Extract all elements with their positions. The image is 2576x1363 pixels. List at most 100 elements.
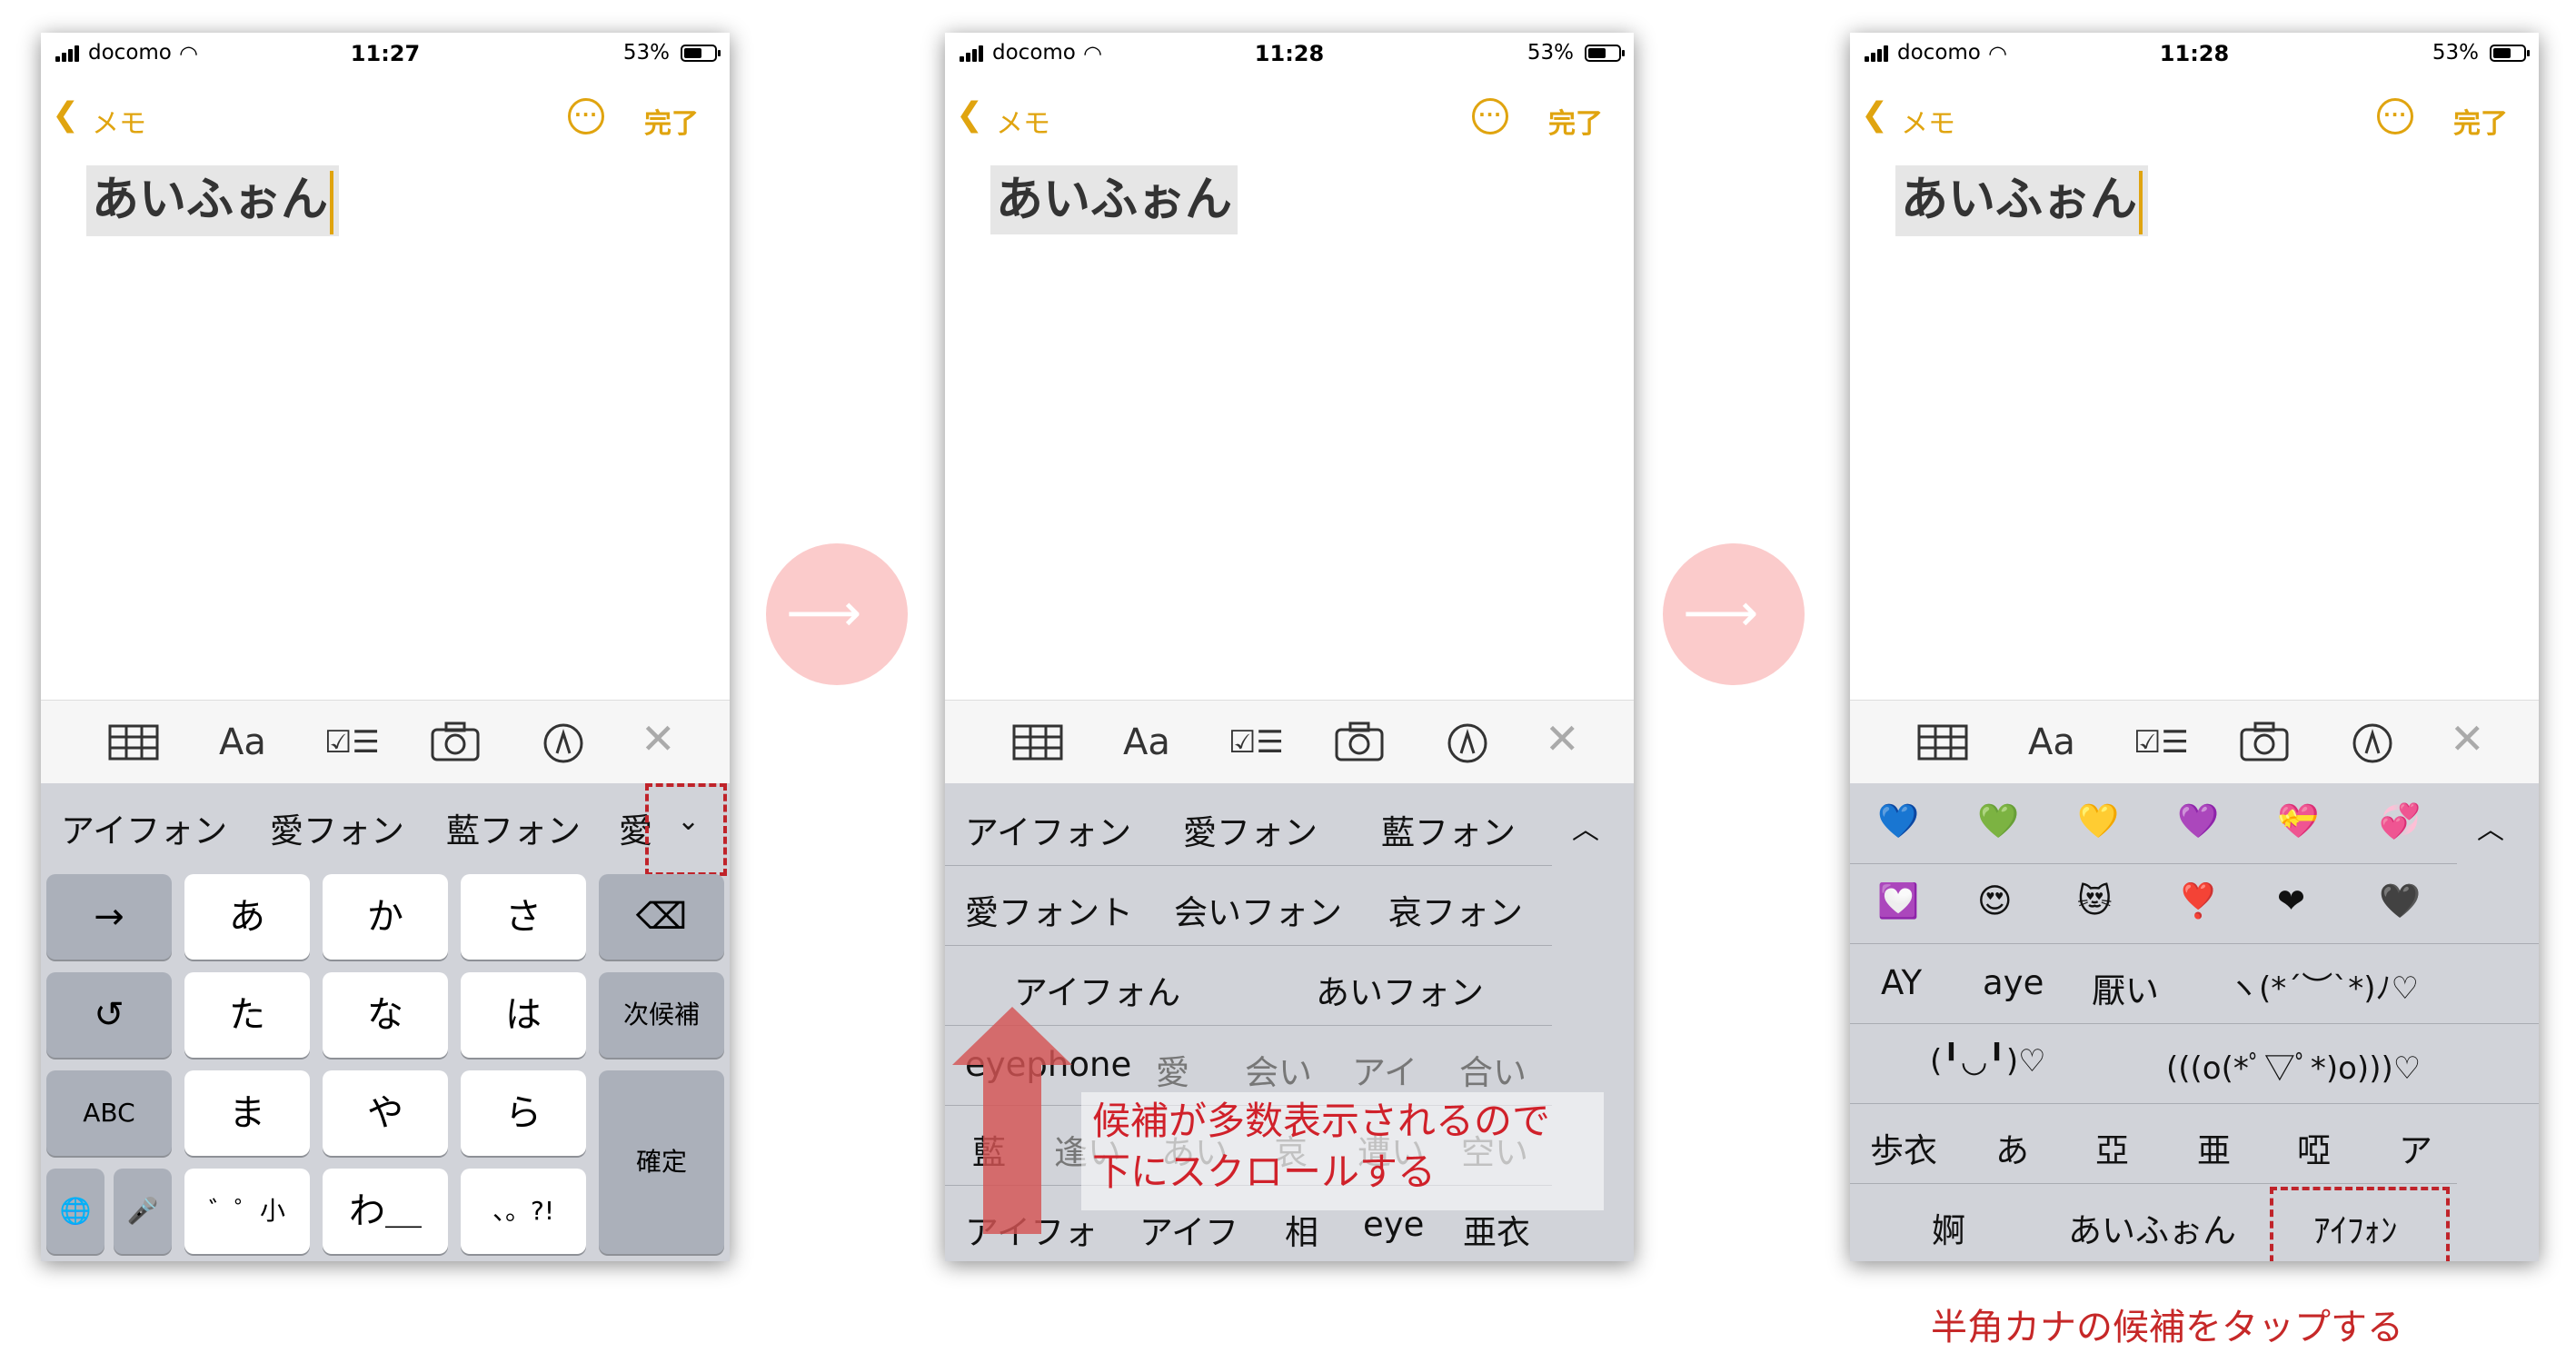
candidate[interactable]: ア: [2399, 1123, 2432, 1172]
candidate[interactable]: AY: [1881, 963, 1922, 1002]
candidate[interactable]: 哀フォン: [1388, 885, 1523, 934]
candidate[interactable]: eye: [1363, 1205, 1424, 1244]
emoji-candidate[interactable]: ❤: [2277, 881, 2305, 920]
camera-icon[interactable]: [430, 721, 481, 762]
confirm-key[interactable]: 確定: [599, 1070, 724, 1254]
key-ha[interactable]: は: [461, 972, 586, 1058]
status-bar: docomo ◠ 11:27 53%: [41, 33, 730, 76]
microphone-icon[interactable]: 🎤: [114, 1169, 172, 1254]
table-icon[interactable]: [1012, 724, 1063, 761]
camera-icon[interactable]: [1334, 721, 1385, 762]
format-button[interactable]: Aa: [1123, 722, 1170, 762]
chevron-left-icon[interactable]: ❮: [52, 93, 79, 138]
next-candidate-key[interactable]: 次候補: [599, 972, 724, 1058]
candidate[interactable]: 亜: [2197, 1123, 2231, 1172]
more-options-icon[interactable]: ···: [568, 98, 604, 134]
candidate[interactable]: アイフ: [1139, 1205, 1238, 1254]
markup-icon[interactable]: [1447, 722, 1488, 764]
more-options-icon[interactable]: ···: [1472, 98, 1508, 134]
candidate[interactable]: 合い: [1459, 1045, 1527, 1094]
emoji-candidate[interactable]: 💜: [2177, 801, 2219, 841]
key-ta[interactable]: た: [184, 972, 310, 1058]
done-button[interactable]: 完了: [2453, 101, 2508, 141]
key-ka[interactable]: か: [323, 874, 448, 960]
key-ya[interactable]: や: [323, 1070, 448, 1156]
candidate[interactable]: 相: [1285, 1205, 1318, 1254]
table-icon[interactable]: [1917, 724, 1968, 761]
markup-icon[interactable]: [542, 722, 584, 764]
emoji-candidate[interactable]: 💛: [2077, 801, 2119, 841]
emoji-candidate[interactable]: ❣️: [2177, 881, 2219, 921]
key-punctuation[interactable]: 、。?!: [461, 1169, 586, 1254]
candidate[interactable]: aye: [1983, 963, 2044, 1002]
candidate[interactable]: 愛フォント: [965, 885, 1133, 934]
candidate[interactable]: 藍フォン: [1381, 805, 1516, 854]
candidate[interactable]: 藍フォン: [446, 803, 581, 852]
back-button[interactable]: メモ: [92, 101, 146, 141]
undo-key[interactable]: ↺: [46, 972, 172, 1058]
candidate[interactable]: 亜衣: [1463, 1205, 1530, 1254]
emoji-candidate[interactable]: 🖤: [2379, 881, 2421, 921]
back-button[interactable]: メモ: [1901, 101, 1955, 141]
note-text[interactable]: あいふぉん: [990, 165, 1238, 234]
chevron-left-icon[interactable]: ❮: [1861, 93, 1888, 138]
back-button[interactable]: メモ: [996, 101, 1050, 141]
candidate[interactable]: 愛フォン: [1183, 805, 1318, 854]
camera-icon[interactable]: [2239, 721, 2290, 762]
close-icon[interactable]: ✕: [2450, 718, 2485, 760]
emoji-candidate[interactable]: 😻: [2077, 881, 2113, 920]
delete-key[interactable]: ⌫: [599, 874, 724, 960]
key-ra[interactable]: ら: [461, 1070, 586, 1156]
candidate[interactable]: アイ: [1352, 1045, 1417, 1094]
abc-key[interactable]: ABC: [46, 1070, 172, 1156]
emoji-candidate[interactable]: 💚: [1977, 801, 2019, 841]
candidate[interactable]: 会い: [1245, 1045, 1312, 1094]
candidate[interactable]: 歩衣: [1870, 1123, 1937, 1172]
key-ma[interactable]: ま: [184, 1070, 310, 1156]
chevron-left-icon[interactable]: ❮: [956, 93, 983, 138]
key-dakuten[interactable]: ゛゜小: [184, 1169, 310, 1254]
candidate[interactable]: あ: [1995, 1123, 2029, 1172]
table-icon[interactable]: [108, 724, 159, 761]
chevron-up-icon[interactable]: ︿: [2477, 807, 2504, 847]
emoji-candidate[interactable]: 💙: [1877, 801, 1919, 841]
emoji-candidate[interactable]: 😍: [1977, 881, 2013, 920]
candidate[interactable]: (╹◡╹)♡: [1930, 1043, 2046, 1079]
close-icon[interactable]: ✕: [1545, 718, 1580, 760]
emoji-candidate[interactable]: 💞: [2379, 801, 2421, 841]
candidate[interactable]: アイフォン: [965, 805, 1131, 854]
key-wa[interactable]: わ＿: [323, 1169, 448, 1254]
candidate[interactable]: あいフォン: [1316, 965, 1484, 1014]
candidate[interactable]: 厭い: [2092, 963, 2159, 1012]
markup-icon[interactable]: [2352, 722, 2393, 764]
checklist-icon[interactable]: ☑☰: [324, 722, 380, 762]
chevron-up-icon[interactable]: ︿: [1572, 807, 1599, 847]
globe-icon[interactable]: 🌐: [46, 1169, 104, 1254]
candidate[interactable]: 愛: [1156, 1045, 1189, 1094]
candidate[interactable]: (((o(*ﾟ▽ﾟ*)o)))♡: [2166, 1043, 2421, 1088]
candidate[interactable]: 婀: [1932, 1203, 1965, 1252]
format-button[interactable]: Aa: [2028, 722, 2075, 762]
emoji-candidate[interactable]: 💝: [2277, 801, 2319, 841]
key-sa[interactable]: さ: [461, 874, 586, 960]
candidate[interactable]: アイフォン: [61, 803, 227, 852]
checklist-icon[interactable]: ☑☰: [1228, 722, 1284, 762]
candidate[interactable]: 会いフォン: [1174, 885, 1342, 934]
candidate[interactable]: 愛フォン: [270, 803, 404, 852]
candidate[interactable]: 亞: [2095, 1123, 2129, 1172]
note-text[interactable]: あいふぉん: [1895, 165, 2149, 236]
candidate[interactable]: ヽ(*´︶`*)ﾉ♡: [2228, 963, 2419, 1008]
candidate[interactable]: あいふぉん: [2068, 1203, 2236, 1252]
done-button[interactable]: 完了: [644, 101, 699, 141]
more-options-icon[interactable]: ···: [2377, 98, 2413, 134]
key-arrow-right[interactable]: →: [46, 874, 172, 960]
note-text[interactable]: あいふぉん: [86, 165, 340, 236]
close-icon[interactable]: ✕: [641, 718, 676, 760]
candidate[interactable]: 啞: [2297, 1123, 2331, 1172]
key-a[interactable]: あ: [184, 874, 310, 960]
key-na[interactable]: な: [323, 972, 448, 1058]
emoji-candidate[interactable]: 💟: [1877, 881, 1919, 921]
checklist-icon[interactable]: ☑☰: [2133, 722, 2189, 762]
format-button[interactable]: Aa: [219, 722, 266, 762]
done-button[interactable]: 完了: [1548, 101, 1603, 141]
